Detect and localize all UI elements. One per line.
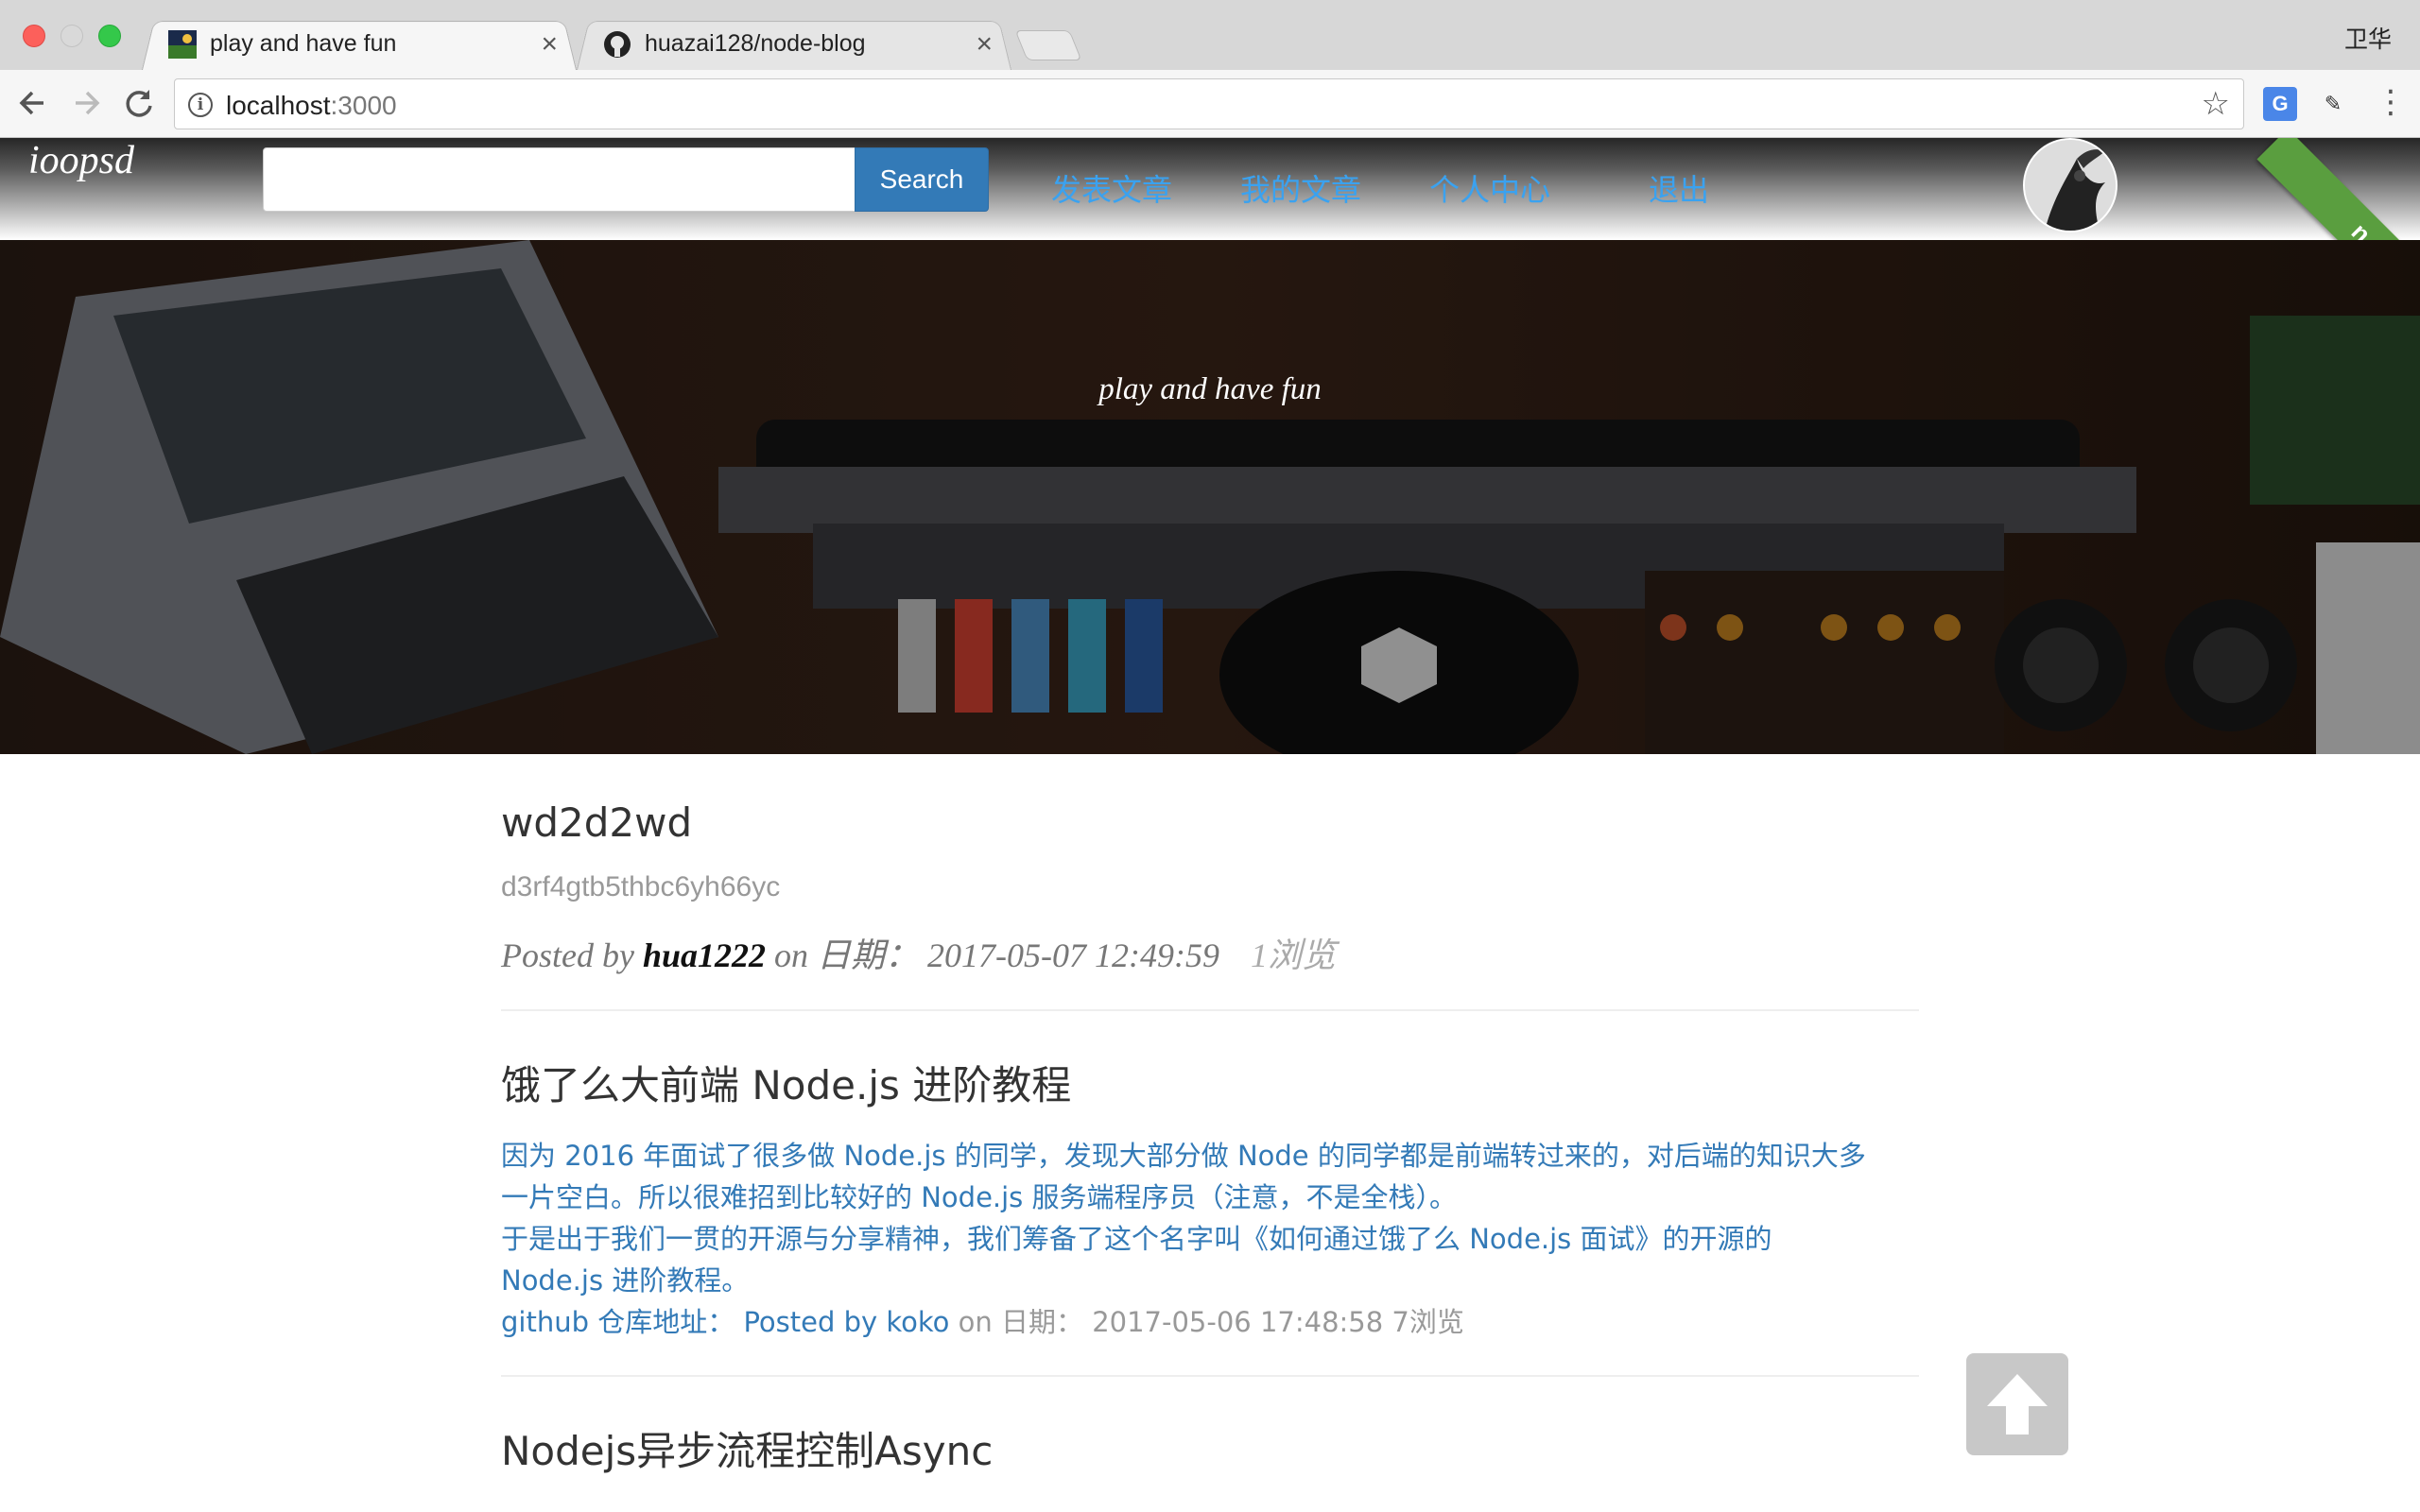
nav-publish-article[interactable]: 发表文章: [1051, 166, 1172, 210]
search-input[interactable]: [263, 147, 856, 212]
nav-my-articles[interactable]: 我的文章: [1240, 166, 1361, 210]
tab-title: huazai128/node-blog: [645, 30, 866, 57]
browser-toolbar: i localhost:3000 ☆ G ✎ ⋮: [0, 70, 2420, 138]
github-icon: [604, 31, 631, 58]
tab-title: play and have fun: [210, 30, 397, 57]
minimize-window-button[interactable]: [60, 25, 83, 47]
site-favicon-icon: [168, 30, 197, 59]
info-icon[interactable]: i: [188, 93, 213, 117]
tab-play-and-have-fun[interactable]: play and have fun ×: [142, 17, 577, 70]
post-list: wd2d2wd d3rf4gtb5thbc6yh66yc Posted by h…: [501, 799, 1919, 1512]
hero-banner: play and have fun: [0, 240, 2420, 754]
address-bar[interactable]: i localhost:3000 ☆: [174, 78, 2244, 129]
tab-node-blog[interactable]: huazai128/node-blog ×: [577, 17, 1011, 70]
nav-personal-center[interactable]: 个人中心: [1429, 166, 1550, 210]
kebab-menu-icon[interactable]: ⋮: [2375, 83, 2407, 121]
bookmark-star-icon[interactable]: ☆: [2202, 85, 2230, 123]
post-meta: github 仓库地址： Posted by koko on 日期： 2017-…: [501, 1305, 1464, 1338]
back-to-top-button[interactable]: [1966, 1353, 2068, 1455]
post-date: 2017-05-06 17:48:58: [1092, 1305, 1384, 1338]
hero-title: play and have fun: [1098, 372, 1322, 406]
site-header: ioopsd Search 发表文章 我的文章 个人中心 退出 n GitHub: [0, 138, 2420, 360]
avatar[interactable]: [2023, 138, 2118, 232]
forward-arrow-icon[interactable]: [64, 81, 108, 125]
post-views: 1浏览: [1250, 936, 1336, 975]
post-views: 7浏览: [1392, 1305, 1464, 1338]
repo-link[interactable]: github 仓库地址：: [501, 1306, 735, 1338]
post-item: 饿了么大前端 Node.js 进阶教程 因为 2016 年面试了很多做 Node…: [501, 1062, 1919, 1377]
post-title[interactable]: 饿了么大前端 Node.js 进阶教程: [501, 1062, 1919, 1109]
post-excerpt[interactable]: 因为 2016 年面试了很多做 Node.js 的同学，发现大部分做 Node …: [501, 1135, 1919, 1343]
post-item: Nodejs异步流程控制Async: [501, 1428, 1919, 1507]
post-subtitle[interactable]: d3rf4gtb5thbc6yh66yc: [501, 871, 1919, 903]
post-author[interactable]: hua1222: [643, 936, 766, 974]
google-translate-icon[interactable]: G: [2263, 87, 2297, 121]
post-date: 2017-05-07 12:49:59: [927, 936, 1219, 975]
site-brand[interactable]: ioopsd: [28, 138, 134, 183]
close-window-button[interactable]: [23, 25, 45, 47]
post-meta: Posted by hua1222 on 日期： 2017-05-07 12:4…: [501, 936, 1336, 975]
tab-close-icon[interactable]: ×: [541, 28, 558, 60]
post-title[interactable]: Nodejs异步流程控制Async: [501, 1428, 1919, 1475]
browser-profile-name[interactable]: 卫华: [2344, 21, 2392, 55]
hero-desk-image: [0, 240, 2420, 754]
post-title[interactable]: wd2d2wd: [501, 799, 1919, 847]
back-arrow-icon[interactable]: [11, 81, 55, 125]
tab-close-icon[interactable]: ×: [976, 28, 993, 60]
search-button[interactable]: Search: [855, 147, 989, 212]
browser-tabstrip: play and have fun × huazai128/node-blog …: [0, 0, 2420, 70]
new-tab-button[interactable]: [1014, 30, 1082, 60]
post-item: wd2d2wd d3rf4gtb5thbc6yh66yc Posted by h…: [501, 799, 1919, 1012]
dictionary-extension-icon[interactable]: ✎: [2316, 87, 2350, 121]
url-text[interactable]: localhost:3000: [226, 91, 397, 121]
reload-icon[interactable]: [117, 81, 161, 125]
web-page: ioopsd Search 发表文章 我的文章 个人中心 退出 n GitHub: [0, 138, 2420, 1512]
maximize-window-button[interactable]: [98, 25, 121, 47]
nav-logout[interactable]: 退出: [1649, 166, 1709, 210]
arrow-up-icon: [1987, 1374, 2048, 1435]
post-author[interactable]: koko: [886, 1306, 949, 1338]
